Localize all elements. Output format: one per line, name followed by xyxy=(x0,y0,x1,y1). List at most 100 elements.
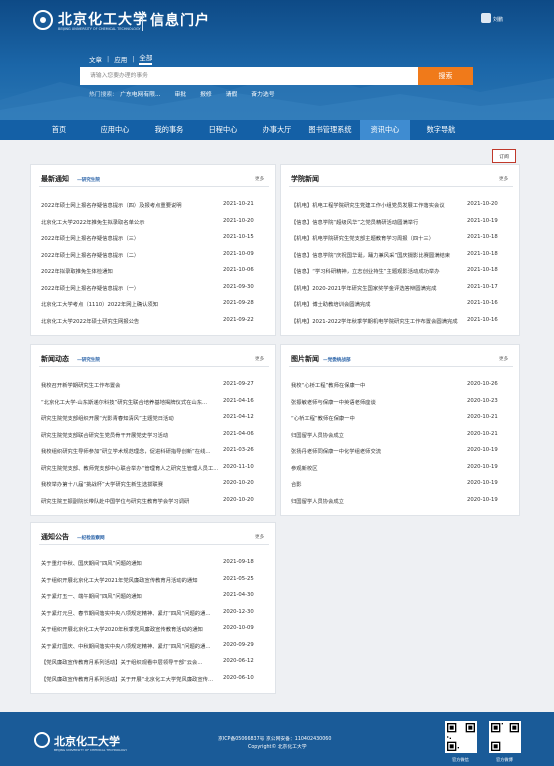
list-item-title[interactable]: “北京化工大学-山东斯递尔科技”研究生联合培养基地揭牌仪式在山东... xyxy=(41,398,219,406)
list-item-title[interactable]: 【信息】信息学院“超级风华”之党员精研活动圆满举行 xyxy=(291,218,463,226)
list-item-title[interactable]: 张扬丹老师同保康一中化学组老师交流 xyxy=(291,447,463,455)
list-item[interactable]: 参观新校区 2020-10-19 xyxy=(291,464,511,472)
list-item[interactable]: 关于紧灯五一、端午期间“四风”问题的通知 2021-04-30 xyxy=(41,592,267,600)
list-item[interactable]: 【党风廉政宣传教育月系列活动】关于开展“北京化工大学党风廉政宣传... 2020-… xyxy=(41,675,267,683)
nav-item-home[interactable]: 首页 xyxy=(38,120,80,140)
list-item[interactable]: 关于重灯中秋、国庆期间“四风”问题的通知 2021-09-18 xyxy=(41,559,267,567)
list-item-title[interactable]: 关于紧灯国庆、中秋期间落实中央八项规定精神、紧灯“四风”问题的通... xyxy=(41,642,219,650)
hot-search-item[interactable]: 报修 xyxy=(200,89,212,98)
user-avatar-icon[interactable] xyxy=(481,13,491,23)
list-item-title[interactable]: 合影 xyxy=(291,480,463,488)
university-emblem-icon[interactable] xyxy=(33,10,53,30)
list-item-title[interactable]: 关于组织开展北京化工大学2020年秋季党风廉政宣传教育活动的通知 xyxy=(41,625,219,633)
hot-search-item[interactable]: 广东电网有限... xyxy=(120,89,160,98)
search-input[interactable] xyxy=(80,67,418,85)
list-item-title[interactable]: 北京化工大学2022年硕士研究生网报公告 xyxy=(41,317,219,325)
nav-item-library[interactable]: 图书管理系统 xyxy=(304,120,356,140)
more-link[interactable]: 更多 xyxy=(255,176,264,182)
more-link[interactable]: 更多 xyxy=(255,356,264,362)
list-item-title[interactable]: 【党风廉政宣传教育月系列活动】关于开展“北京化工大学党风廉政宣传... xyxy=(41,675,219,683)
list-item[interactable]: 研究生院党支部联合研究生党员骨干开展党史学习活动 2021-04-06 xyxy=(41,431,267,439)
list-item[interactable]: 【机电】机电工程学院研究生党建工作小组党员发展工作落实会议 2021-10-20 xyxy=(291,201,511,209)
list-item-title[interactable]: 我校召开新学期研究生工作布置会 xyxy=(41,381,219,389)
list-item[interactable]: 归国留学人员协会成立 2020-10-19 xyxy=(291,497,511,505)
list-item-title[interactable]: 【机电】2021-2022学年秋季学期机电学院研究生工作布置会圆满完成 xyxy=(291,317,463,325)
nav-item-app-center[interactable]: 应用中心 xyxy=(90,120,140,140)
list-item[interactable]: 2022年拟录取推免生体检通知 2021-10-06 xyxy=(41,267,267,275)
list-item-title[interactable]: 研究生院党支部、教师党支部中心联合举办“管理育人之研究生管理人员工... xyxy=(41,464,219,472)
list-item[interactable]: 我校组织研究生导师参加“研立学术规范理念，促进科研指导创新”在线... 2021-… xyxy=(41,447,267,455)
list-item[interactable]: 关于紧灯国庆、中秋期间落实中央八项规定精神、紧灯“四风”问题的通... 2020-… xyxy=(41,642,267,650)
list-item[interactable]: 【机电】2021-2022学年秋季学期机电学院研究生工作布置会圆满完成 2021-… xyxy=(291,317,511,325)
list-item-title[interactable]: 2022年硕士网上报名存疑信息提示（一） xyxy=(41,284,219,292)
list-item-title[interactable]: 【党风廉政宣传教育月系列活动】关于组织观看中层领导干部“云会... xyxy=(41,658,219,666)
nav-item-news-center[interactable]: 资讯中心 xyxy=(360,120,410,140)
list-item[interactable]: 【信息】信息学院“超级风华”之党员精研活动圆满举行 2021-10-19 xyxy=(291,218,511,226)
list-item-title[interactable]: 北京化工大学考点（1110）2022年网上确认须知 xyxy=(41,300,219,308)
list-item-title[interactable]: 【信息】信息学院“庆祝国华诞，踊力兼风采”国庆摄影比赛圆满结束 xyxy=(291,251,463,259)
list-item-title[interactable]: 北京化工大学2022年推免生拟录取名单公示 xyxy=(41,218,219,226)
list-item-title[interactable]: 2022年硕士网上报名存疑信息提示（二） xyxy=(41,251,219,259)
panel-source[interactable]: —研究生院 xyxy=(77,357,100,363)
search-button[interactable]: 搜索 xyxy=(418,67,473,85)
list-item[interactable]: 【机电】博士助教培训会圆满完成 2021-10-16 xyxy=(291,300,511,308)
footer-icp[interactable]: 京ICP备05066837号 京公网安备：110402430060 xyxy=(218,735,331,742)
list-item-title[interactable]: 我校举办第十八届“挑战杯”大学研究生新生选拔联赛 xyxy=(41,480,219,488)
nav-item-my-affairs[interactable]: 我的事务 xyxy=(144,120,194,140)
list-item-title[interactable]: 归国留学人员协会成立 xyxy=(291,497,463,505)
list-item[interactable]: 张扬丹老师同保康一中化学组老师交流 2020-10-19 xyxy=(291,447,511,455)
list-item[interactable]: “心桥工程”教师在保康一中 2020-10-21 xyxy=(291,414,511,422)
list-item-title[interactable]: 我校“心桥工程”教师在保康一中 xyxy=(291,381,463,389)
list-item[interactable]: 研究生院王振副院长带队赴中国学位与研究生教育学会学习调研 2020-10-20 xyxy=(41,497,267,505)
list-item[interactable]: 2022年硕士网上报名存疑信息提示（四）及报考点重要说明 2021-10-21 xyxy=(41,201,267,209)
search-tab-all[interactable]: 全部 xyxy=(139,52,153,65)
list-item-title[interactable]: 参观新校区 xyxy=(291,464,463,472)
list-item[interactable]: 关于组织开展北京化工大学2021年党风廉政宣传教育月活动的通知 2021-05-2… xyxy=(41,576,267,584)
list-item[interactable]: 2022年硕士网上报名存疑信息提示（一） 2021-09-30 xyxy=(41,284,267,292)
list-item-title[interactable]: 研究生院王振副院长带队赴中国学位与研究生教育学会学习调研 xyxy=(41,497,219,505)
hot-search-item[interactable]: 请假 xyxy=(226,89,238,98)
hot-search-item[interactable]: 审批 xyxy=(174,89,186,98)
list-item[interactable]: 【机电】机电学院研究生党支部主题教育学习周报（四十三） 2021-10-18 xyxy=(291,234,511,242)
list-item[interactable]: 北京化工大学2022年硕士研究生网报公告 2021-09-22 xyxy=(41,317,267,325)
list-item-title[interactable]: 【机电】机电学院研究生党支部主题教育学习周报（四十三） xyxy=(291,234,463,242)
list-item[interactable]: 北京化工大学考点（1110）2022年网上确认须知 2021-09-28 xyxy=(41,300,267,308)
list-item[interactable]: 北京化工大学2022年推免生拟录取名单公示 2021-10-20 xyxy=(41,218,267,226)
nav-item-service-hall[interactable]: 办事大厅 xyxy=(252,120,302,140)
panel-source[interactable]: —研究生院 xyxy=(77,177,100,183)
list-item-title[interactable]: 关于紧灯元旦、春节期间落实中央八项规定精神、紧灯“四风”问题的通... xyxy=(41,609,219,617)
list-item-title[interactable]: 张振敏老师与保康一中英语老师座谈 xyxy=(291,398,463,406)
list-item[interactable]: 研究生院党支部组织开展“光影青春知清风”主题党日活动 2021-04-12 xyxy=(41,414,267,422)
panel-source[interactable]: —纪检监察网 xyxy=(77,535,105,541)
list-item[interactable]: 【党风廉政宣传教育月系列活动】关于组织观看中层领导干部“云会... 2020-06… xyxy=(41,658,267,666)
list-item[interactable]: 研究生院党支部、教师党支部中心联合举办“管理育人之研究生管理人员工... 2020… xyxy=(41,464,267,472)
list-item[interactable]: 我校“心桥工程”教师在保康一中 2020-10-26 xyxy=(291,381,511,389)
list-item-title[interactable]: 2022年硕士网上报名存疑信息提示（四）及报考点重要说明 xyxy=(41,201,219,209)
list-item[interactable]: “北京化工大学-山东斯递尔科技”研究生联合培养基地揭牌仪式在山东... 2021-… xyxy=(41,398,267,406)
university-logo-text[interactable]: 北京化工大学 xyxy=(58,9,148,29)
list-item-title[interactable]: 关于重灯中秋、国庆期间“四风”问题的通知 xyxy=(41,559,219,567)
panel-source[interactable]: —党委统战部 xyxy=(323,357,351,363)
list-item[interactable]: 我校举办第十八届“挑战杯”大学研究生新生选拔联赛 2020-10-20 xyxy=(41,480,267,488)
list-item[interactable]: 2022年硕士网上报名存疑信息提示（三） 2021-10-15 xyxy=(41,234,267,242)
list-item-title[interactable]: 研究生院党支部组织开展“光影青春知清风”主题党日活动 xyxy=(41,414,219,422)
list-item[interactable]: 我校召开新学期研究生工作布置会 2021-09-27 xyxy=(41,381,267,389)
list-item-title[interactable]: 【机电】2020-2021学年研究生国家奖学金评选答辩圆满完成 xyxy=(291,284,463,292)
list-item[interactable]: 【机电】2020-2021学年研究生国家奖学金评选答辩圆满完成 2021-10-1… xyxy=(291,284,511,292)
subscribe-button[interactable]: 订阅 xyxy=(492,149,516,163)
more-link[interactable]: 更多 xyxy=(499,176,508,182)
list-item-title[interactable]: 关于组织开展北京化工大学2021年党风廉政宣传教育月活动的通知 xyxy=(41,576,219,584)
list-item[interactable]: 合影 2020-10-19 xyxy=(291,480,511,488)
list-item-title[interactable]: 【信息】“学习科研精神，立志创业持生”主题观影活动成功举办 xyxy=(291,267,463,275)
list-item[interactable]: 【信息】信息学院“庆祝国华诞，踊力兼风采”国庆摄影比赛圆满结束 2021-10-1… xyxy=(291,251,511,259)
list-item-title[interactable]: 研究生院党支部联合研究生党员骨干开展党史学习活动 xyxy=(41,431,219,439)
list-item-title[interactable]: 2022年拟录取推免生体检通知 xyxy=(41,267,219,275)
list-item[interactable]: 2022年硕士网上报名存疑信息提示（二） 2021-10-09 xyxy=(41,251,267,259)
list-item[interactable]: 张振敏老师与保康一中英语老师座谈 2020-10-23 xyxy=(291,398,511,406)
list-item-title[interactable]: 我校组织研究生导师参加“研立学术规范理念，促进科研指导创新”在线... xyxy=(41,447,219,455)
list-item-title[interactable]: 关于紧灯五一、端午期间“四风”问题的通知 xyxy=(41,592,219,600)
list-item[interactable]: 归国留学人员协会成立 2020-10-21 xyxy=(291,431,511,439)
list-item[interactable]: 【信息】“学习科研精神，立志创业持生”主题观影活动成功举办 2021-10-18 xyxy=(291,267,511,275)
search-tab-app[interactable]: 应用 xyxy=(114,54,127,64)
user-name[interactable]: 刘鹏 xyxy=(493,16,503,23)
